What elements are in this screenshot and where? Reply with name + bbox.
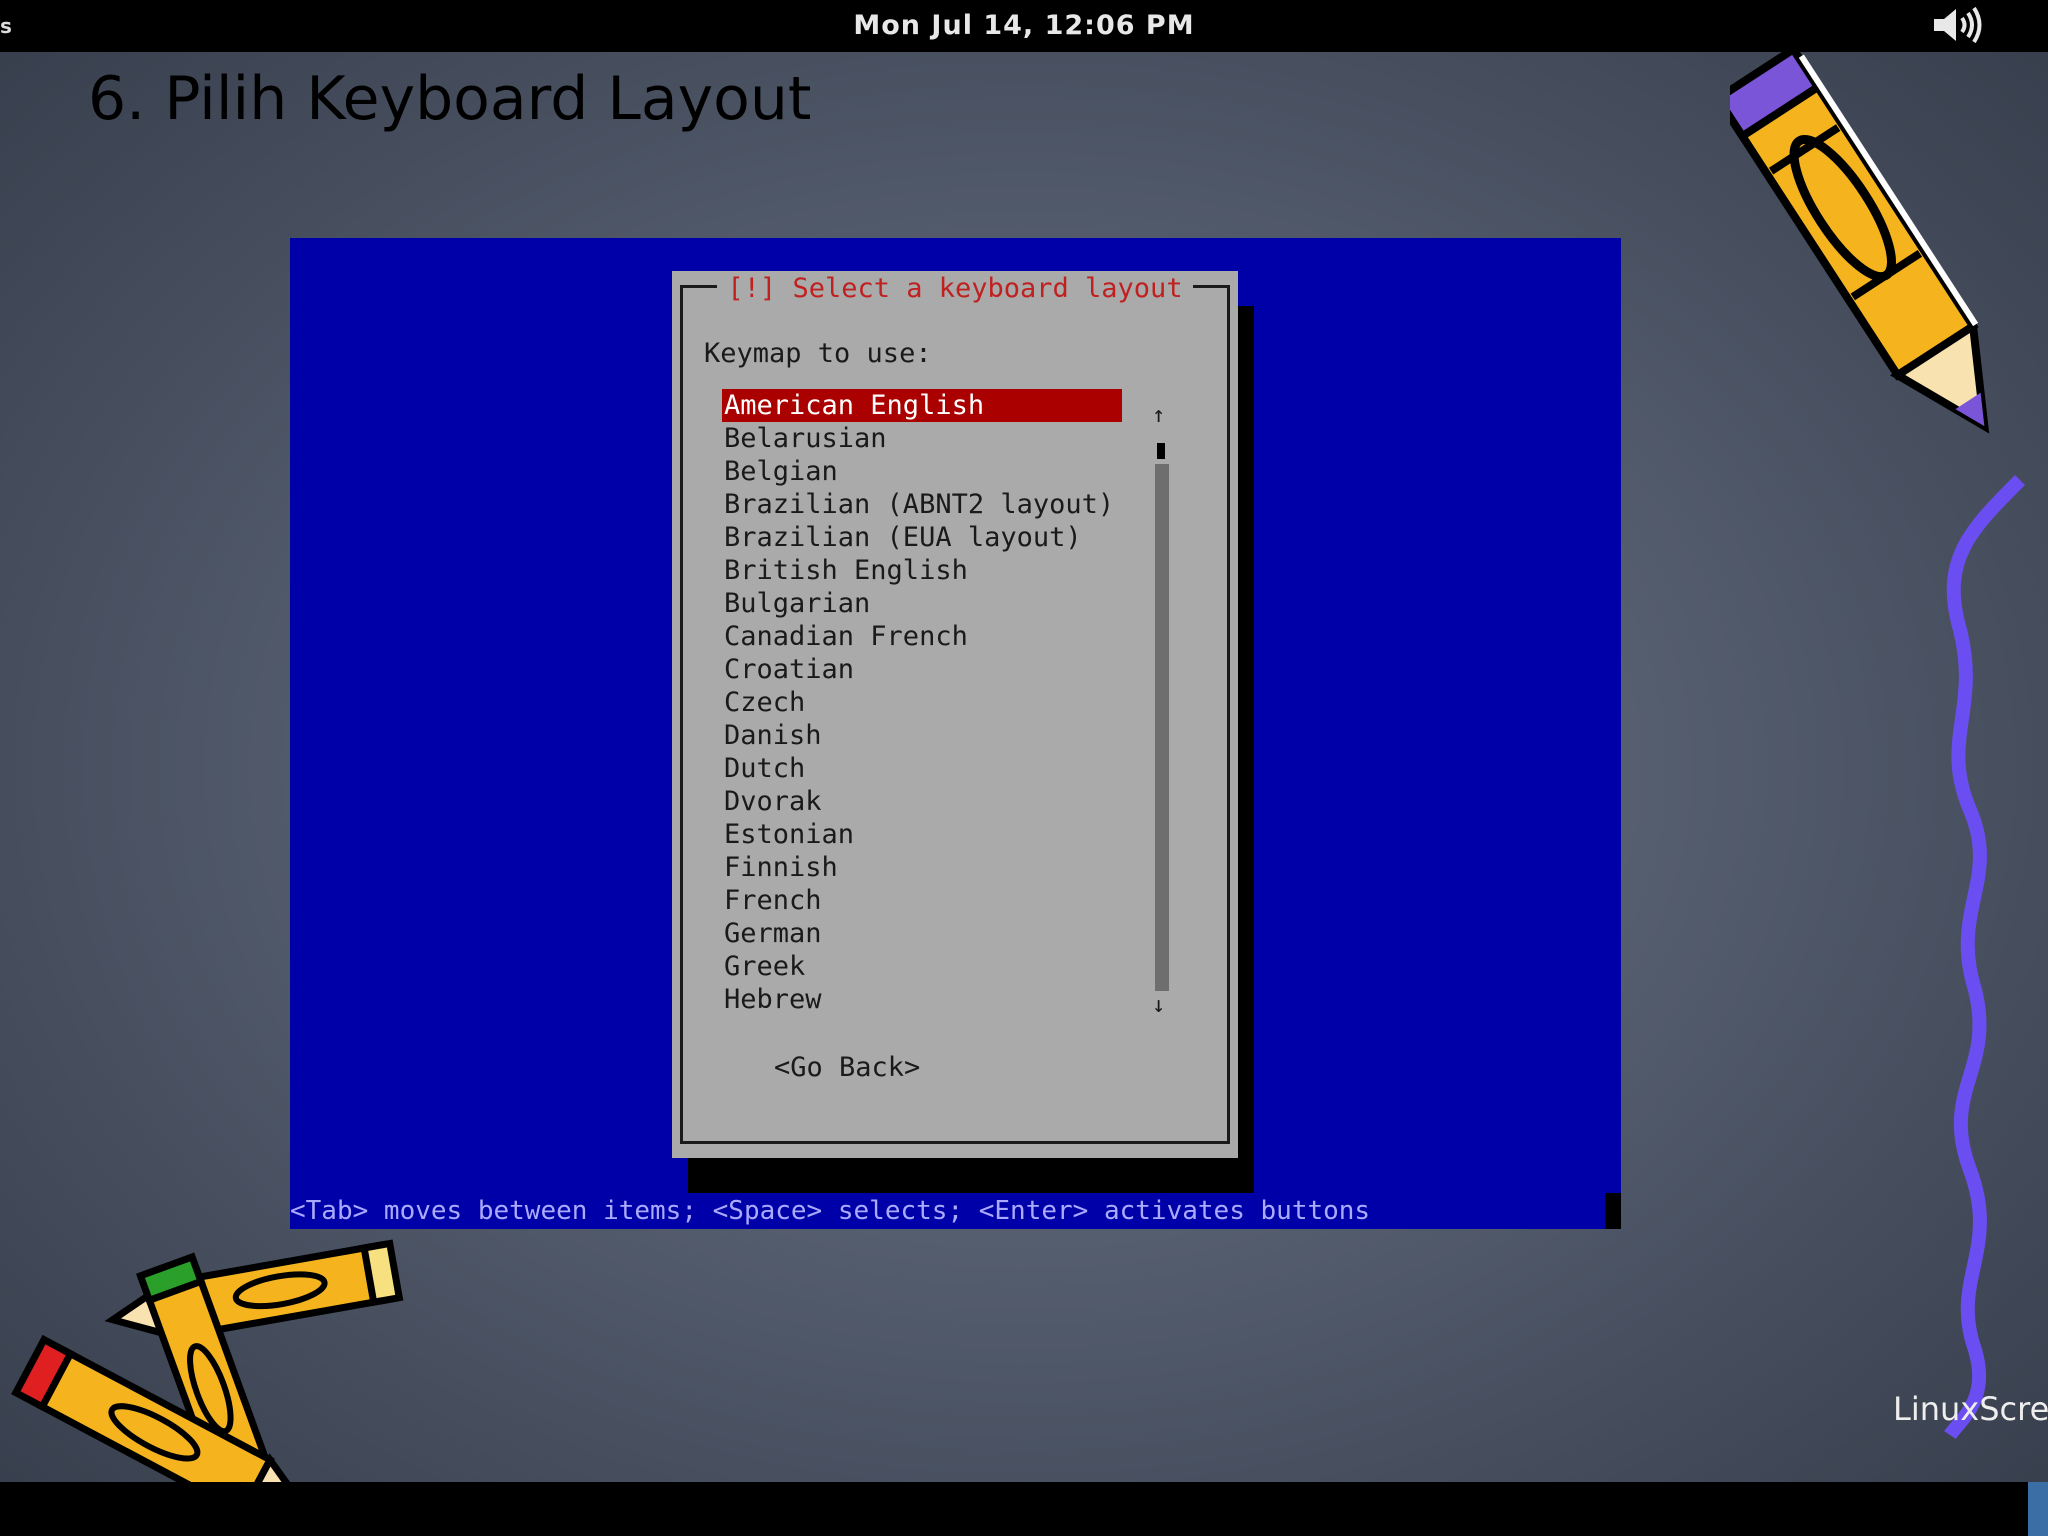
list-item[interactable]: British English xyxy=(722,554,1122,587)
list-item[interactable]: Hebrew xyxy=(722,983,1122,1016)
watermark-label: LinuxScre xyxy=(1893,1390,2048,1428)
help-line: <Tab> moves between items; <Space> selec… xyxy=(290,1196,1371,1226)
pencil-clipart-icon xyxy=(1730,43,1990,434)
list-item[interactable]: Brazilian (EUA layout) xyxy=(722,521,1122,554)
list-item[interactable]: Estonian xyxy=(722,818,1122,851)
scrollbar-track[interactable] xyxy=(1155,464,1169,991)
list-item[interactable]: Dvorak xyxy=(722,785,1122,818)
terminal-cursor xyxy=(1605,1193,1621,1229)
scrollbar-thumb[interactable] xyxy=(1157,443,1165,459)
slide-title: 6. Pilih Keyboard Layout xyxy=(88,64,812,134)
list-item[interactable]: Croatian xyxy=(722,653,1122,686)
keymap-list[interactable]: American English Belarusian Belgian Braz… xyxy=(722,389,1122,1016)
scroll-down-arrow-icon[interactable]: ↓ xyxy=(1152,995,1165,1017)
list-item[interactable]: Bulgarian xyxy=(722,587,1122,620)
list-item[interactable]: Finnish xyxy=(722,851,1122,884)
go-back-button[interactable]: <Go Back> xyxy=(774,1051,920,1085)
list-item[interactable]: German xyxy=(722,917,1122,950)
list-item[interactable]: French xyxy=(722,884,1122,917)
crossed-pencils-clipart-icon xyxy=(11,1239,404,1520)
bottom-panel-accent xyxy=(2028,1482,2048,1536)
bottom-panel xyxy=(0,1482,2048,1536)
list-item[interactable]: Czech xyxy=(722,686,1122,719)
installer-screen: [!] Select a keyboard layout Keymap to u… xyxy=(290,238,1621,1229)
dialog-title: [!] Select a keyboard layout xyxy=(717,271,1193,307)
list-item[interactable]: American English xyxy=(722,389,1122,422)
keyboard-layout-dialog: [!] Select a keyboard layout Keymap to u… xyxy=(672,271,1238,1158)
list-item[interactable]: Greek xyxy=(722,950,1122,983)
list-item[interactable]: Brazilian (ABNT2 layout) xyxy=(722,488,1122,521)
list-item[interactable]: Belarusian xyxy=(722,422,1122,455)
scroll-up-arrow-icon[interactable]: ↑ xyxy=(1152,405,1165,427)
purple-squiggle-line xyxy=(1944,475,2025,1440)
list-item[interactable]: Belgian xyxy=(722,455,1122,488)
list-item[interactable]: Danish xyxy=(722,719,1122,752)
list-item[interactable]: Dutch xyxy=(722,752,1122,785)
list-item[interactable]: Canadian French xyxy=(722,620,1122,653)
dialog-title-bar: [!] Select a keyboard layout xyxy=(672,271,1238,307)
keymap-prompt: Keymap to use: xyxy=(704,338,932,369)
